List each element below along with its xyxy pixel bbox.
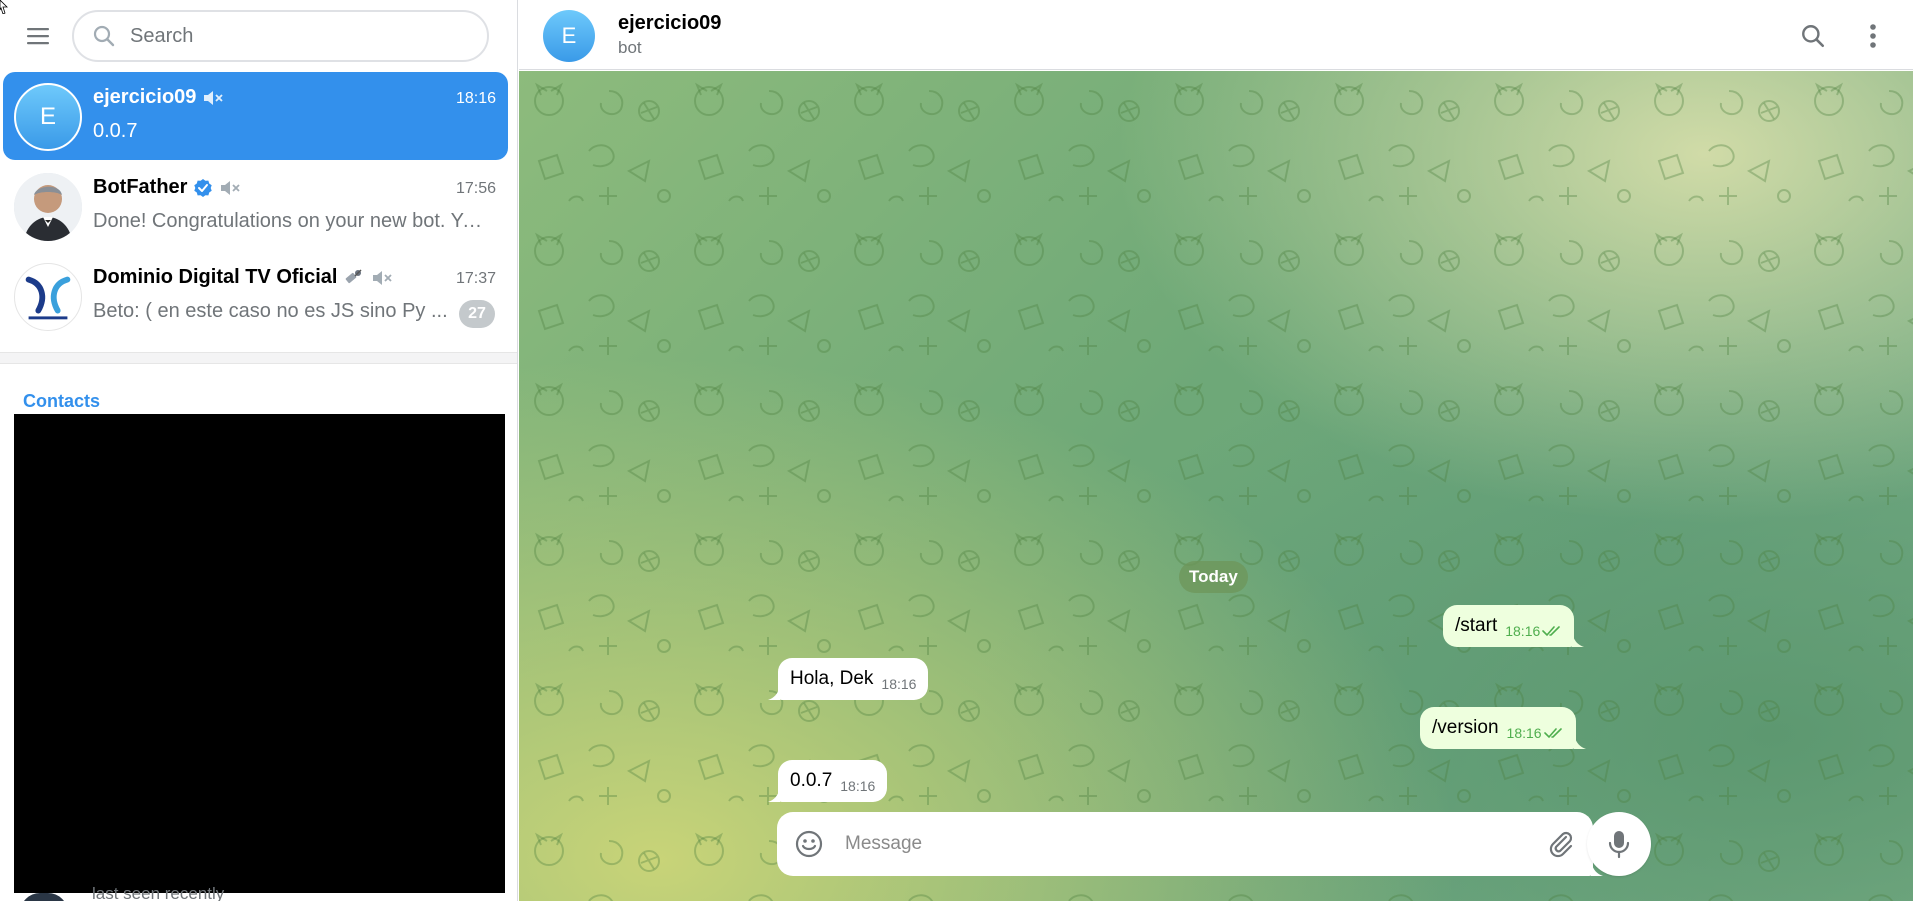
chat-title-row: BotFather <box>93 176 241 199</box>
contact-avatar <box>20 893 68 901</box>
bubble-tail <box>768 686 780 700</box>
read-checkmarks-icon <box>1543 728 1562 739</box>
chat-header[interactable]: E ejercicio09 bot <box>519 0 1913 70</box>
read-checkmarks-icon <box>1542 626 1561 637</box>
mouse-cursor-icon <box>0 0 8 14</box>
telegram-app: E ejercicio09 18:16 0.0.7 <box>0 0 1913 901</box>
chat-header-title: ejercicio09 <box>618 12 722 34</box>
avatar <box>14 263 82 331</box>
avatar[interactable]: E <box>543 10 595 62</box>
chat-time: 17:56 <box>455 180 496 197</box>
avatar-letter: E <box>561 23 577 48</box>
chat-title-row: ejercicio09 <box>93 86 224 109</box>
message-text: 0.0.7 <box>790 770 833 791</box>
message-meta: 18:16 <box>1505 623 1562 639</box>
chat-time: 18:16 <box>455 90 496 107</box>
message-time: 18:16 <box>840 778 876 794</box>
unread-badge: 27 <box>459 300 495 328</box>
search-icon <box>93 25 115 47</box>
redacted-area <box>14 414 505 893</box>
sidebar-topbar <box>0 0 517 70</box>
satellite-emoji-icon <box>346 268 362 283</box>
hamburger-menu-button[interactable] <box>20 20 56 52</box>
search-chat-button[interactable] <box>1793 16 1833 56</box>
avatar: E <box>14 83 82 151</box>
message-bubble-outgoing[interactable]: /start 18:16 <box>1443 605 1585 647</box>
message-time: 18:16 <box>1505 623 1541 639</box>
microphone-icon <box>1608 831 1630 859</box>
chat-title: Dominio Digital TV Oficial <box>93 266 338 288</box>
message-input[interactable] <box>845 833 1525 855</box>
message-bubble-incoming[interactable]: 0.0.7 18:16 <box>768 760 888 802</box>
bubble-tail <box>1573 735 1586 749</box>
smiley-icon <box>795 830 823 858</box>
botfather-avatar-image <box>14 173 82 241</box>
message-bubble-incoming[interactable]: Hola, Dek 18:16 <box>768 658 929 700</box>
emoji-button[interactable] <box>793 828 825 860</box>
chat-title: ejercicio09 <box>93 86 197 108</box>
section-divider <box>0 352 517 364</box>
contact-status: last seen recently <box>92 884 225 901</box>
avatar <box>14 173 82 241</box>
search-icon <box>1802 25 1825 48</box>
chat-title: BotFather <box>93 176 188 198</box>
message-text: /start <box>1455 615 1498 636</box>
sidebar: E ejercicio09 18:16 0.0.7 <box>0 0 518 901</box>
verified-badge-icon <box>194 178 213 197</box>
more-vertical-icon <box>1870 24 1876 48</box>
chat-wallpaper: Today /start 18:16 Hola, Dek 18:16 /vers… <box>519 71 1913 901</box>
bubble-tail <box>768 788 780 802</box>
dominio-digital-logo <box>25 276 71 320</box>
more-options-button[interactable] <box>1853 16 1893 56</box>
paperclip-icon <box>1549 831 1573 858</box>
search-input[interactable] <box>130 24 460 48</box>
message-time: 18:16 <box>881 676 917 692</box>
chat-list-item-botfather[interactable]: BotFather 17:56 Done! Congratulations on… <box>3 162 508 250</box>
message-text: Hola, Dek <box>790 668 874 689</box>
message-meta: 18:16 <box>881 676 916 692</box>
chat-preview: Beto: ( en este caso no es JS sino Py ..… <box>93 300 448 322</box>
date-separator: Today <box>1179 561 1248 593</box>
chat-list-item-dominio-digital[interactable]: Dominio Digital TV Oficial 17:37 Beto: (… <box>3 252 508 340</box>
bubble-tail <box>1572 633 1585 647</box>
message-composer <box>777 812 1603 876</box>
chat-header-subtitle: bot <box>618 38 642 57</box>
wallpaper-pattern <box>519 71 1913 901</box>
chat-preview: 0.0.7 <box>93 120 138 142</box>
muted-icon <box>221 180 241 195</box>
muted-icon <box>204 90 224 105</box>
avatar-letter: E <box>39 103 56 130</box>
message-meta: 18:16 <box>840 778 875 794</box>
chat-preview: Done! Congratulations on your new bot. Y… <box>93 210 488 232</box>
search-box[interactable] <box>72 10 489 62</box>
hamburger-icon <box>27 28 49 45</box>
muted-icon <box>373 270 393 285</box>
contacts-section-label: Contacts <box>23 391 101 411</box>
message-time: 18:16 <box>1506 725 1542 741</box>
chat-title-row: Dominio Digital TV Oficial <box>93 266 393 289</box>
message-meta: 18:16 <box>1507 725 1564 741</box>
message-text: /version <box>1432 717 1499 738</box>
chat-time: 17:37 <box>455 270 496 287</box>
attach-button[interactable] <box>1545 828 1577 860</box>
message-bubble-outgoing[interactable]: /version 18:16 <box>1420 707 1586 749</box>
chat-panel: E ejercicio09 bot Today /start 18:16 Hol… <box>519 0 1913 901</box>
voice-record-button[interactable] <box>1587 812 1651 876</box>
chat-list-item-ejercicio09[interactable]: E ejercicio09 18:16 0.0.7 <box>3 72 508 160</box>
